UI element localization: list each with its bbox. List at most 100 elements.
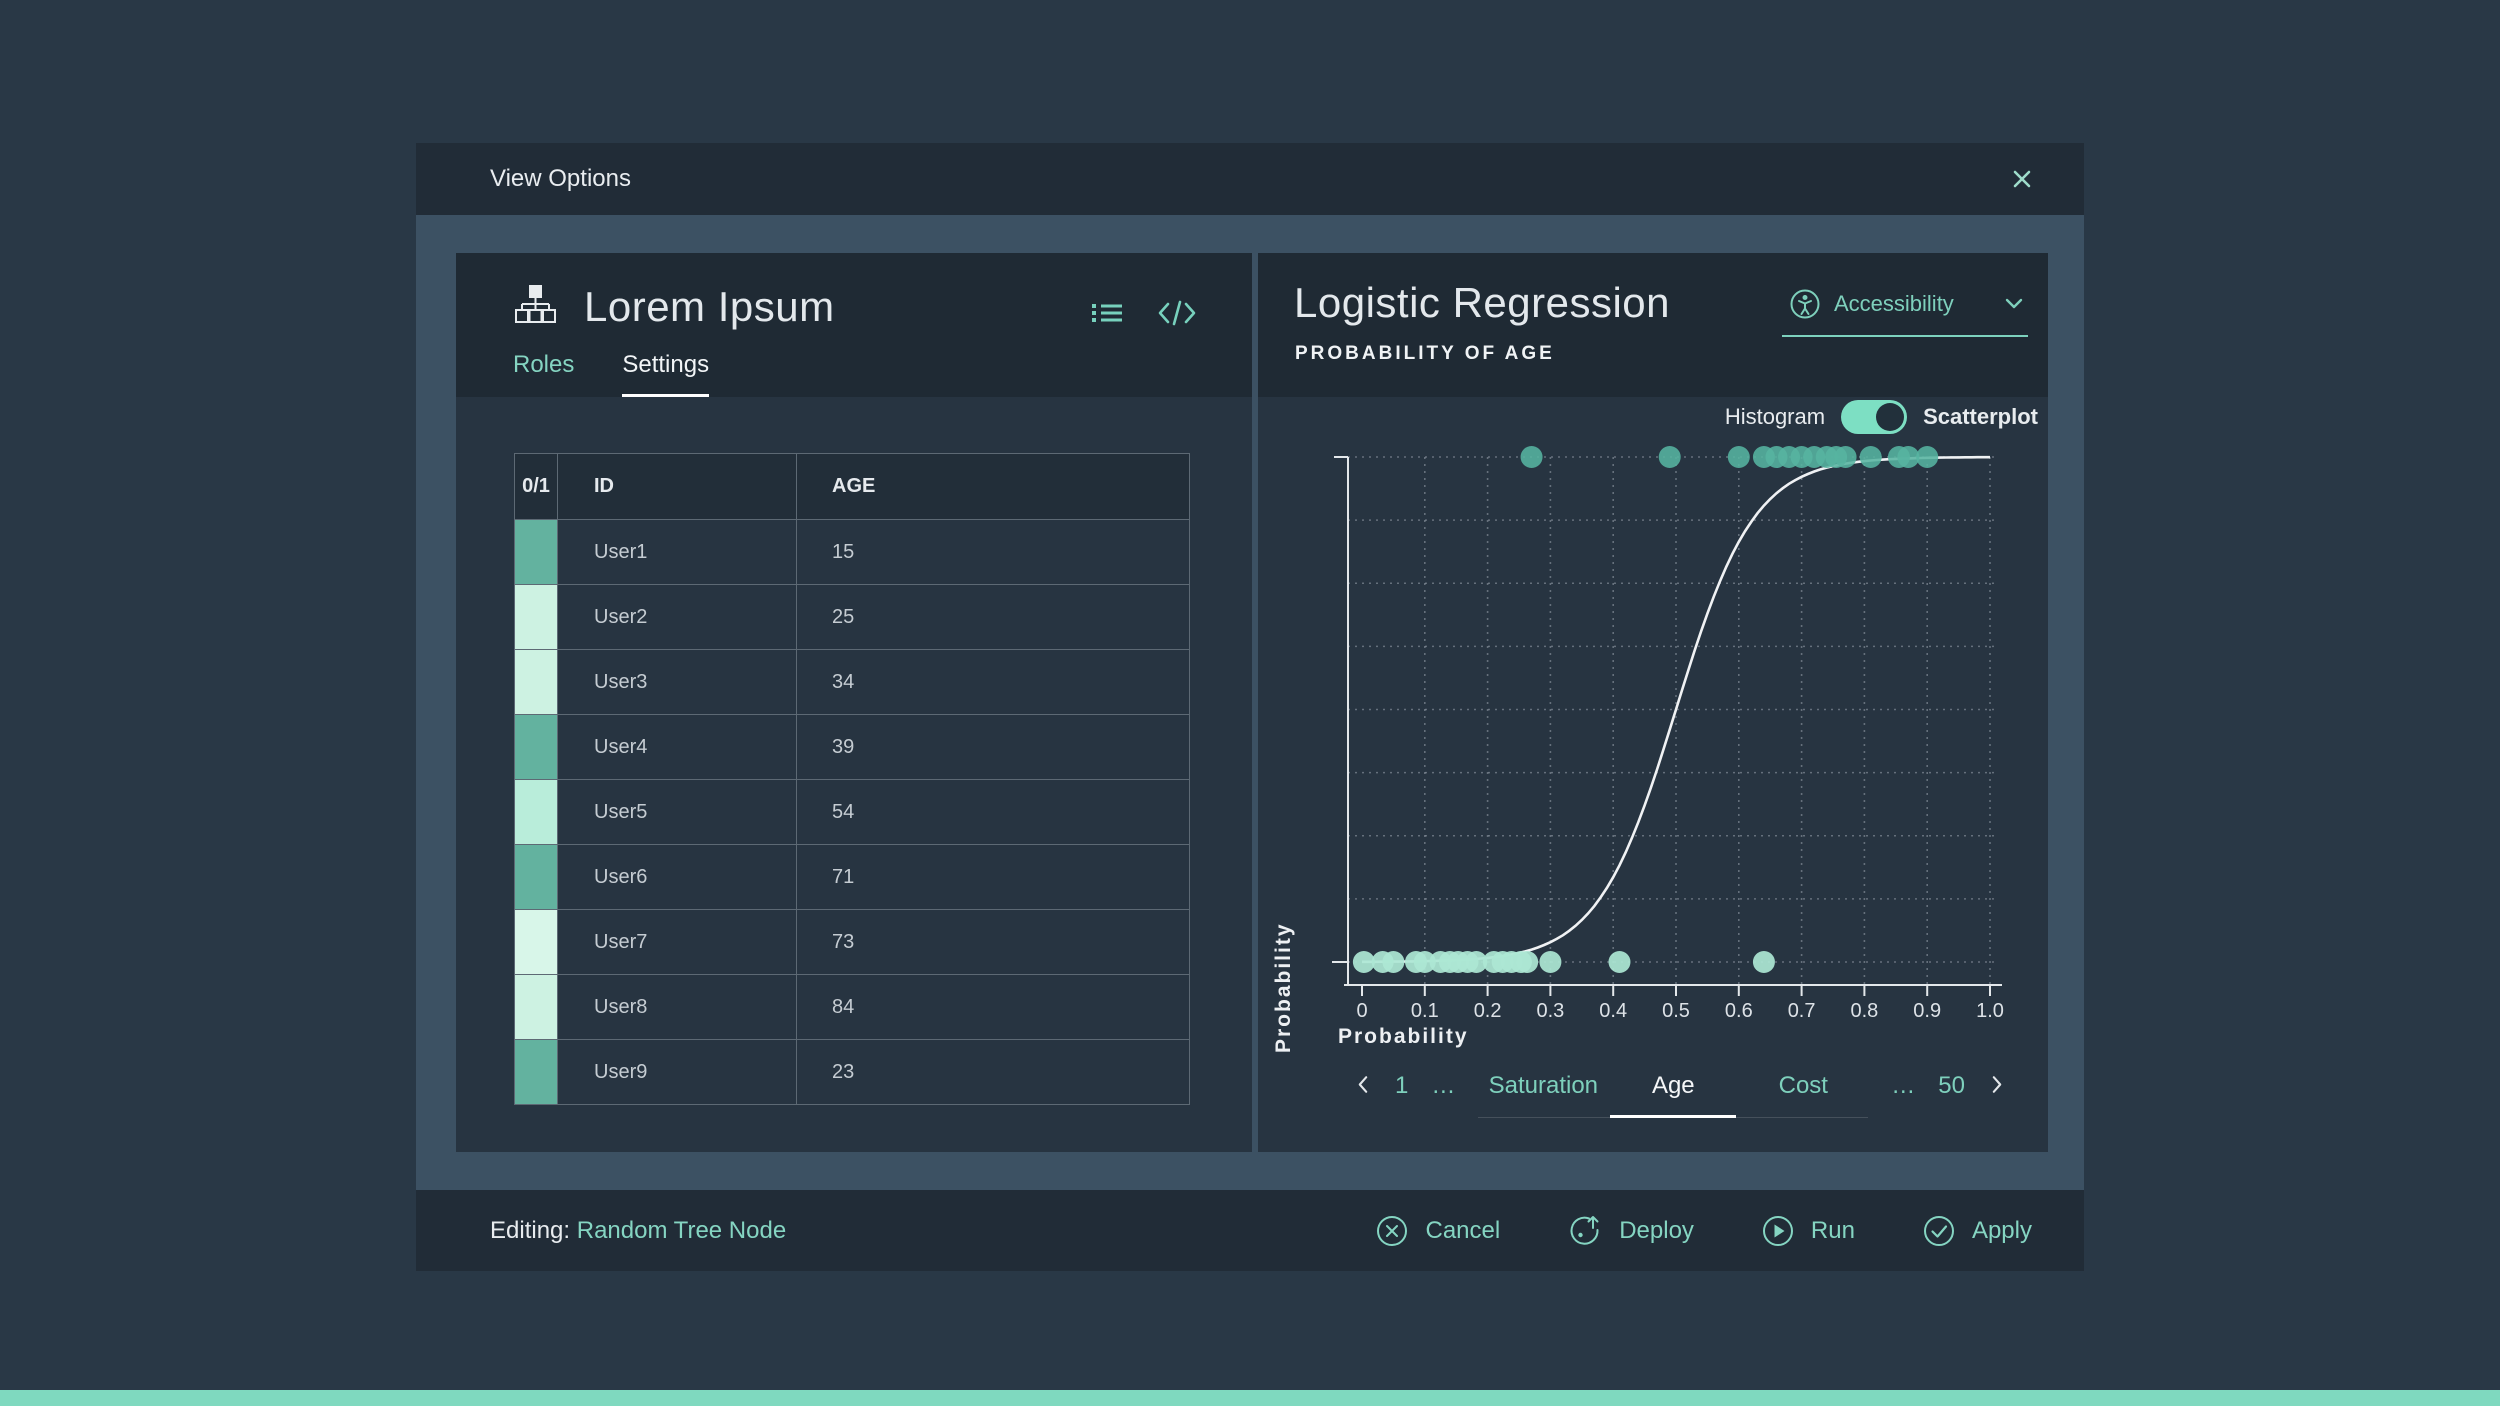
left-panel-header: Lorem Ipsum Roles — [456, 253, 1252, 397]
svg-text:0.1: 0.1 — [1411, 1000, 1439, 1022]
close-icon — [2008, 165, 2036, 193]
chart-view-toggle-row: Histogram Scatterplot — [1725, 400, 2038, 434]
page-previous-icon[interactable] — [1354, 1069, 1372, 1095]
page-ellipsis-right: … — [1891, 1069, 1915, 1103]
toggle-label-histogram[interactable]: Histogram — [1725, 404, 1825, 430]
column-header-binary: 0/1 — [515, 454, 557, 519]
binary-swatch-cell — [515, 520, 557, 584]
close-button[interactable] — [2002, 159, 2042, 199]
id-cell: User1 — [557, 520, 796, 584]
deploy-button[interactable]: Deploy — [1566, 1212, 1694, 1250]
binary-swatch-cell — [515, 585, 557, 649]
table-header-row: 0/1 ID AGE — [515, 454, 1189, 519]
table-row[interactable]: User923 — [515, 1039, 1189, 1104]
page-tabs: Saturation Age Cost — [1478, 1069, 1868, 1118]
tab-settings[interactable]: Settings — [622, 351, 709, 397]
table-row[interactable]: User439 — [515, 714, 1189, 779]
bottom-accent-strip — [0, 1390, 2500, 1406]
column-header-id: ID — [557, 454, 796, 519]
id-cell: User9 — [557, 1040, 796, 1104]
age-cell: 84 — [796, 975, 1189, 1039]
chevron-down-icon — [2004, 297, 2024, 311]
y-axis-title: Probability — [1272, 763, 1296, 1053]
page-item-cost[interactable]: Cost — [1738, 1069, 1868, 1103]
tab-roles[interactable]: Roles — [513, 351, 574, 397]
binary-swatch-cell — [515, 715, 557, 779]
deploy-icon — [1566, 1212, 1604, 1250]
page-next-icon[interactable] — [1988, 1069, 2006, 1095]
page-item-age[interactable]: Age — [1608, 1069, 1738, 1103]
right-panel: Logistic Regression PROBABILITY OF AGE A… — [1258, 253, 2048, 1152]
table-row[interactable]: User225 — [515, 584, 1189, 649]
age-cell: 34 — [796, 650, 1189, 714]
binary-swatch-cell — [515, 650, 557, 714]
table-row[interactable]: User671 — [515, 844, 1189, 909]
table-row[interactable]: User554 — [515, 779, 1189, 844]
id-cell: User3 — [557, 650, 796, 714]
x-axis-title: Probability — [1338, 1025, 1469, 1049]
age-cell: 25 — [796, 585, 1189, 649]
code-icon[interactable] — [1156, 297, 1198, 329]
view-options-modal: View Options Lorem Ipsum — [416, 143, 2084, 1271]
svg-text:0.9: 0.9 — [1913, 1000, 1941, 1022]
editing-status: Editing: Random Tree Node — [490, 1217, 786, 1245]
run-icon — [1760, 1213, 1796, 1249]
age-cell: 15 — [796, 520, 1189, 584]
logistic-regression-chart: 00.10.20.30.40.50.60.70.80.91.0 — [1330, 440, 2030, 1025]
page-item-50[interactable]: 50 — [1938, 1069, 1965, 1103]
editing-value: Random Tree Node — [577, 1217, 786, 1244]
cancel-button[interactable]: Cancel — [1374, 1213, 1500, 1249]
list-icon[interactable] — [1088, 297, 1126, 329]
right-panel-header: Logistic Regression PROBABILITY OF AGE A… — [1258, 253, 2048, 397]
users-table: 0/1 ID AGE User115User225User334User439U… — [514, 453, 1190, 1105]
id-cell: User5 — [557, 780, 796, 844]
id-cell: User7 — [557, 910, 796, 974]
accessibility-dropdown[interactable]: Accessibility — [1782, 279, 2028, 337]
svg-text:0.5: 0.5 — [1662, 1000, 1690, 1022]
svg-text:0.8: 0.8 — [1850, 1000, 1878, 1022]
column-header-age: AGE — [796, 454, 1189, 519]
dropdown-label: Accessibility — [1834, 291, 1992, 317]
footer-actions: Cancel Deploy Run — [1374, 1212, 2032, 1250]
age-cell: 71 — [796, 845, 1189, 909]
table-row[interactable]: User773 — [515, 909, 1189, 974]
deploy-label: Deploy — [1619, 1217, 1694, 1245]
run-button[interactable]: Run — [1760, 1213, 1855, 1249]
pagination: 1 … Saturation Age Cost … 50 — [1354, 1069, 2006, 1118]
svg-text:0.3: 0.3 — [1536, 1000, 1564, 1022]
age-cell: 39 — [796, 715, 1189, 779]
binary-swatch-cell — [515, 910, 557, 974]
tree-icon — [510, 283, 560, 331]
binary-swatch-cell — [515, 1040, 557, 1104]
editing-label: Editing: — [490, 1217, 570, 1244]
age-cell: 23 — [796, 1040, 1189, 1104]
apply-icon — [1921, 1213, 1957, 1249]
toggle-label-scatterplot[interactable]: Scatterplot — [1923, 404, 2038, 430]
left-panel-tabs: Roles Settings — [513, 351, 709, 397]
table-row[interactable]: User115 — [515, 519, 1189, 584]
svg-text:0.4: 0.4 — [1599, 1000, 1627, 1022]
table-row[interactable]: User334 — [515, 649, 1189, 714]
page-item-saturation[interactable]: Saturation — [1478, 1069, 1608, 1103]
page-item-1[interactable]: 1 — [1395, 1069, 1408, 1103]
binary-swatch-cell — [515, 975, 557, 1039]
view-toggle-switch[interactable] — [1841, 400, 1907, 434]
id-cell: User6 — [557, 845, 796, 909]
id-cell: User4 — [557, 715, 796, 779]
apply-button[interactable]: Apply — [1921, 1213, 2032, 1249]
id-cell: User8 — [557, 975, 796, 1039]
cancel-icon — [1374, 1213, 1410, 1249]
table-row[interactable]: User884 — [515, 974, 1189, 1039]
id-cell: User2 — [557, 585, 796, 649]
chart-area: Histogram Scatterplot 00.10.20.30.40.50.… — [1258, 397, 2048, 1152]
age-cell: 73 — [796, 910, 1189, 974]
svg-text:0.2: 0.2 — [1474, 1000, 1502, 1022]
binary-swatch-cell — [515, 845, 557, 909]
page-ellipsis-left: … — [1431, 1069, 1455, 1103]
svg-text:0.6: 0.6 — [1725, 1000, 1753, 1022]
run-label: Run — [1811, 1217, 1855, 1245]
svg-text:0.7: 0.7 — [1788, 1000, 1816, 1022]
binary-swatch-cell — [515, 780, 557, 844]
toggle-knob — [1876, 403, 1904, 431]
left-panel-title: Lorem Ipsum — [584, 283, 835, 331]
